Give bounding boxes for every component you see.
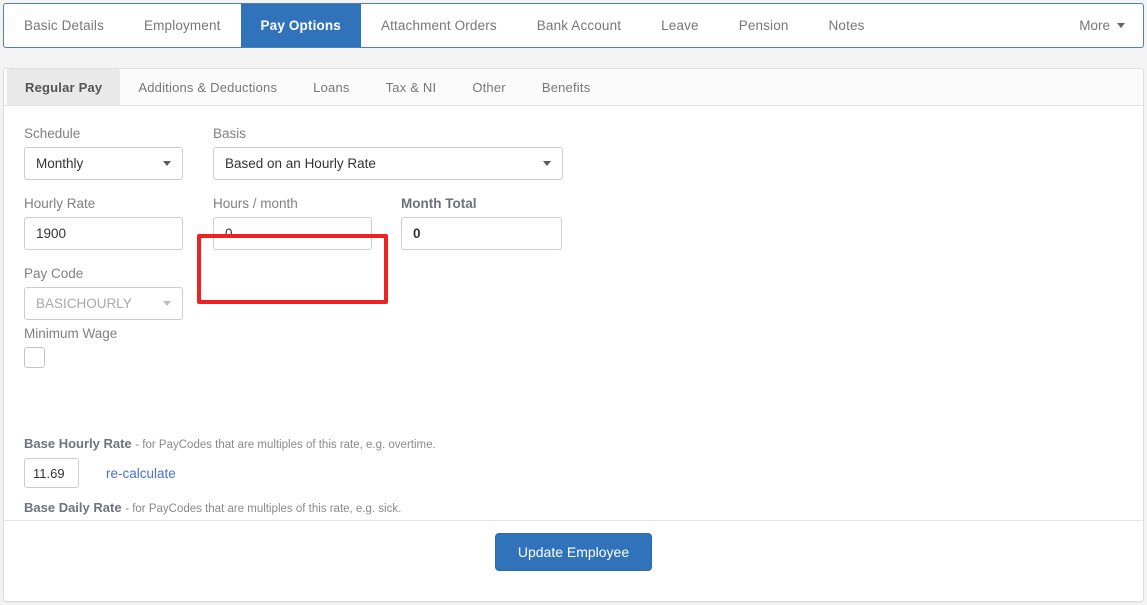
month-total-label: Month Total <box>401 196 477 211</box>
basis-value: Based on an Hourly Rate <box>225 156 376 171</box>
base-hourly-rate-input[interactable]: 11.69 <box>24 458 79 488</box>
tab-attachment-orders[interactable]: Attachment Orders <box>361 4 517 47</box>
tab-leave[interactable]: Leave <box>641 4 719 47</box>
tab-employment[interactable]: Employment <box>124 4 241 47</box>
field-group-minimum-wage: Minimum Wage <box>24 326 117 368</box>
hours-per-month-label: Hours / month <box>213 196 298 211</box>
base-hourly-rate-note: - for PayCodes that are multiples of thi… <box>135 439 436 451</box>
field-group-basis: Basis Based on an Hourly Rate <box>213 126 563 180</box>
field-group-hours-per-month: Hours / month 0 <box>213 196 372 250</box>
page-root: Basic Details Employment Pay Options Att… <box>0 0 1147 605</box>
basis-select[interactable]: Based on an Hourly Rate <box>213 147 563 180</box>
subtab-tax-ni[interactable]: Tax & NI <box>368 69 455 105</box>
tab-notes[interactable]: Notes <box>809 4 885 47</box>
basis-label: Basis <box>213 126 247 141</box>
field-group-schedule: Schedule Monthly <box>24 126 183 180</box>
schedule-select[interactable]: Monthly <box>24 147 183 180</box>
base-daily-rate-note: - for PayCodes that are multiples of thi… <box>125 503 402 515</box>
field-group-base-hourly-rate: Base Hourly Rate - for PayCodes that are… <box>24 436 436 488</box>
minimum-wage-checkbox[interactable] <box>24 347 45 368</box>
pay-code-value: BASICHOURLY <box>36 296 132 311</box>
base-hourly-rate-title: Base Hourly Rate <box>24 436 132 451</box>
schedule-value: Monthly <box>36 156 84 171</box>
secondary-tab-bar: Regular Pay Additions & Deductions Loans… <box>4 69 1143 106</box>
subtab-additions-deductions[interactable]: Additions & Deductions <box>120 69 295 105</box>
tab-bank-account[interactable]: Bank Account <box>517 4 641 47</box>
primary-tab-bar: Basic Details Employment Pay Options Att… <box>3 3 1144 48</box>
more-dropdown[interactable]: More <box>1061 4 1143 47</box>
hours-per-month-input[interactable]: 0 <box>213 217 372 250</box>
field-group-hourly-rate: Hourly Rate 1900 <box>24 196 183 250</box>
base-daily-rate-title: Base Daily Rate <box>24 500 122 515</box>
tab-basic-details[interactable]: Basic Details <box>4 4 124 47</box>
schedule-label: Schedule <box>24 126 81 141</box>
regular-pay-form: Schedule Monthly Basis Based on an Hourl… <box>4 106 1143 552</box>
chevron-down-icon <box>543 161 551 166</box>
field-group-month-total: Month Total 0 <box>401 196 562 250</box>
tab-pay-options[interactable]: Pay Options <box>240 4 361 47</box>
update-employee-button[interactable]: Update Employee <box>494 533 653 571</box>
more-label: More <box>1079 18 1110 33</box>
subtab-loans[interactable]: Loans <box>295 69 367 105</box>
pay-options-panel: Regular Pay Additions & Deductions Loans… <box>3 68 1144 602</box>
subtab-regular-pay[interactable]: Regular Pay <box>7 69 121 105</box>
pay-code-label: Pay Code <box>24 266 84 281</box>
base-hourly-rate-recalculate-link[interactable]: re-calculate <box>106 466 176 481</box>
primary-tab-list: Basic Details Employment Pay Options Att… <box>4 4 885 47</box>
base-hourly-rate-row: 11.69 re-calculate <box>24 458 436 488</box>
hourly-rate-label: Hourly Rate <box>24 196 96 211</box>
hourly-rate-input[interactable]: 1900 <box>24 217 183 250</box>
chevron-down-icon <box>1117 23 1125 28</box>
panel-footer: Update Employee <box>4 520 1143 601</box>
subtab-other[interactable]: Other <box>454 69 524 105</box>
subtab-benefits[interactable]: Benefits <box>524 69 609 105</box>
chevron-down-icon <box>163 161 171 166</box>
primary-tab-overflow: More <box>1061 4 1143 47</box>
base-hourly-rate-label: Base Hourly Rate - for PayCodes that are… <box>24 436 436 451</box>
chevron-down-icon <box>163 301 171 306</box>
month-total-input[interactable]: 0 <box>401 217 562 250</box>
pay-code-select[interactable]: BASICHOURLY <box>24 287 183 320</box>
minimum-wage-label: Minimum Wage <box>24 326 118 341</box>
field-group-pay-code: Pay Code BASICHOURLY <box>24 266 183 320</box>
base-daily-rate-label: Base Daily Rate - for PayCodes that are … <box>24 500 401 515</box>
tab-pension[interactable]: Pension <box>719 4 809 47</box>
